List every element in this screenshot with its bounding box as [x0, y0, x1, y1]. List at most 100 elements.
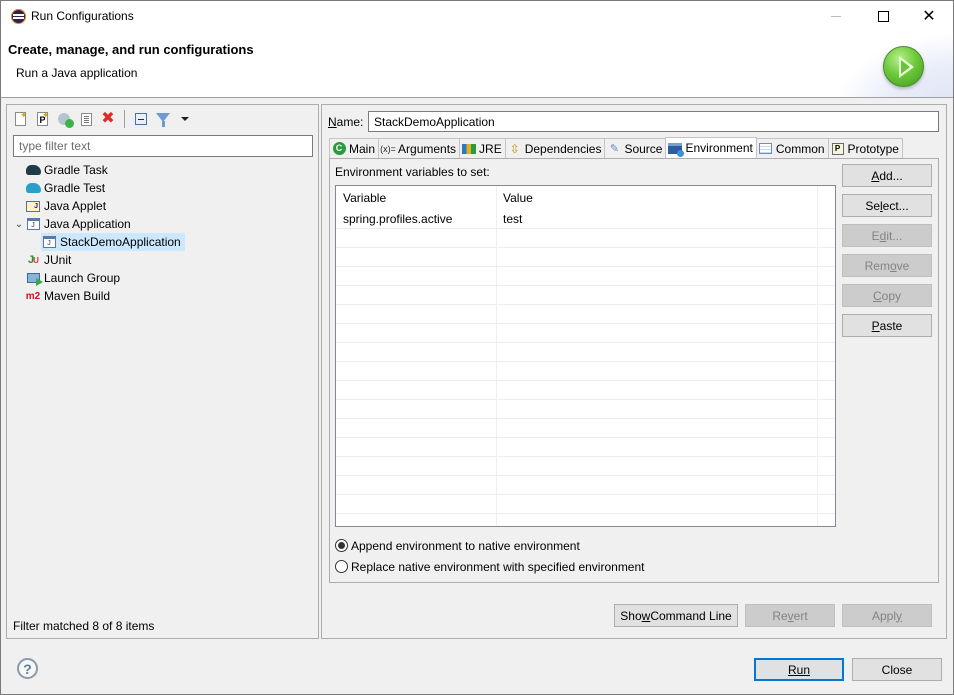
cell-value [496, 267, 817, 285]
column-header-value[interactable]: Value [496, 186, 817, 210]
tab-main[interactable]: C Main [329, 138, 380, 158]
name-input[interactable] [368, 111, 939, 132]
tab-source[interactable]: ✎ Source [604, 138, 667, 158]
tree-item-gradle-test[interactable]: Gradle Test [13, 179, 313, 197]
filter-button[interactable] [154, 110, 172, 128]
run-button[interactable]: Run [754, 658, 844, 681]
cell-variable [336, 343, 496, 361]
tree-item-label: Gradle Task [44, 163, 108, 177]
cell-variable [336, 476, 496, 494]
collapse-all-button[interactable] [132, 110, 150, 128]
append-environment-radio[interactable]: Append environment to native environment [335, 535, 645, 556]
tree-item-java-applet[interactable]: J Java Applet [13, 197, 313, 215]
header-title: Create, manage, and run configurations [8, 42, 254, 57]
view-menu-button[interactable] [176, 110, 194, 128]
cell-variable [336, 324, 496, 342]
tab-dependencies[interactable]: ⇳ Dependencies [504, 138, 606, 158]
expand-chevron-icon[interactable]: ⌄ [13, 215, 25, 233]
environment-icon [668, 141, 685, 157]
remove-button[interactable]: Rem o ve [842, 254, 932, 277]
tab-arguments[interactable]: (x)= Arguments [378, 138, 461, 158]
tab-jre[interactable]: JRE [459, 138, 506, 158]
column-header-variable[interactable]: Variable [336, 186, 496, 210]
paste-button[interactable]: Paste [842, 314, 932, 337]
run-configurations-dialog: Run Configurations ✕ Create, manage, and… [0, 0, 954, 695]
gradle-test-icon [25, 180, 41, 196]
cell-value [496, 419, 817, 437]
cell-value [496, 438, 817, 456]
maximize-button[interactable] [860, 1, 906, 32]
add-button[interactable]: Add... [842, 164, 932, 187]
delete-button[interactable]: ✖ [99, 110, 117, 128]
tab-bar: C Main (x)= Arguments JRE ⇳ Dependencies… [329, 137, 903, 158]
new-config-icon: ✦ [14, 110, 28, 126]
tab-prototype[interactable]: P Prototype [827, 138, 903, 158]
radio-label: Append environment to native environment [351, 538, 580, 553]
filter-input[interactable] [13, 135, 313, 157]
eclipse-logo-icon [11, 9, 26, 24]
show-command-line-button[interactable]: Sho w Command Line [614, 604, 738, 627]
tree-item-gradle-task[interactable]: Gradle Task [13, 161, 313, 179]
filter-status: Filter matched 8 of 8 items [13, 619, 155, 633]
radio-label: Replace native environment with specifie… [351, 559, 645, 574]
jre-icon [462, 142, 477, 156]
apply-button[interactable]: Appl y [842, 604, 932, 627]
cell-variable [336, 381, 496, 399]
minimize-button[interactable] [813, 1, 859, 32]
chevron-down-icon [181, 117, 189, 121]
empty-table-row [336, 286, 835, 305]
select-button[interactable]: Se l ect... [842, 194, 932, 217]
tree-item-junit[interactable]: JU JUnit [13, 251, 313, 269]
duplicate-icon [80, 112, 92, 126]
filter-icon [156, 112, 170, 127]
tree-item-label: Gradle Test [44, 181, 106, 195]
cell-variable [336, 229, 496, 247]
tree-item-java-application[interactable]: ⌄ J Java Application [13, 215, 313, 233]
empty-table-row [336, 229, 835, 248]
common-icon [759, 142, 773, 156]
copy-button[interactable]: Copy [842, 284, 932, 307]
cell-variable [336, 305, 496, 323]
cell-value [496, 248, 817, 266]
replace-environment-radio[interactable]: Replace native environment with specifie… [335, 556, 645, 577]
empty-table-row [336, 438, 835, 457]
cell-value [496, 457, 817, 475]
tree-item-maven-build[interactable]: m2 Maven Build [13, 287, 313, 305]
configuration-editor: Name: C Main (x)= Arguments JRE ⇳ Depend… [321, 104, 947, 639]
toolbar-separator [124, 110, 125, 128]
cell-value [496, 381, 817, 399]
configuration-tree: Gradle Task Gradle Test J Java Applet ⌄ [13, 161, 313, 305]
cell-value [496, 495, 817, 513]
collapse-all-icon [135, 113, 147, 125]
java-applet-icon: J [25, 198, 41, 214]
empty-table-row [336, 305, 835, 324]
cell-value [496, 324, 817, 342]
help-icon[interactable]: ? [17, 658, 38, 679]
tree-item-launch-group[interactable]: Launch Group [13, 269, 313, 287]
cell-variable [336, 362, 496, 380]
edit-button[interactable]: Ed it... [842, 224, 932, 247]
junit-icon: JU [28, 254, 39, 266]
close-button[interactable]: Close [852, 658, 942, 681]
tab-common[interactable]: Common [755, 138, 829, 158]
source-icon: ✎ [609, 143, 620, 155]
radio-button-checked[interactable] [335, 539, 348, 552]
cell-variable [336, 286, 496, 304]
close-window-button[interactable]: ✕ [906, 1, 952, 32]
delete-icon: ✖ [101, 110, 115, 127]
cell-value [496, 305, 817, 323]
cell-variable [336, 267, 496, 285]
table-row[interactable]: spring.profiles.active test [336, 210, 835, 229]
tab-environment[interactable]: Environment [665, 137, 757, 158]
tree-item-stackdemoapplication[interactable]: J StackDemoApplication [13, 233, 313, 251]
revert-button[interactable]: Re v ert [745, 604, 835, 627]
cell-variable [336, 248, 496, 266]
export-button[interactable] [55, 110, 74, 128]
env-variables-table[interactable]: Variable Value spring.profiles.active tes… [335, 185, 836, 527]
cell-value [496, 476, 817, 494]
new-launch-configuration-button[interactable]: ✦ [11, 110, 29, 128]
radio-button-unchecked[interactable] [335, 560, 348, 573]
duplicate-button[interactable] [77, 110, 95, 128]
cell-variable [336, 419, 496, 437]
new-prototype-button[interactable]: P ✦ [33, 110, 51, 128]
